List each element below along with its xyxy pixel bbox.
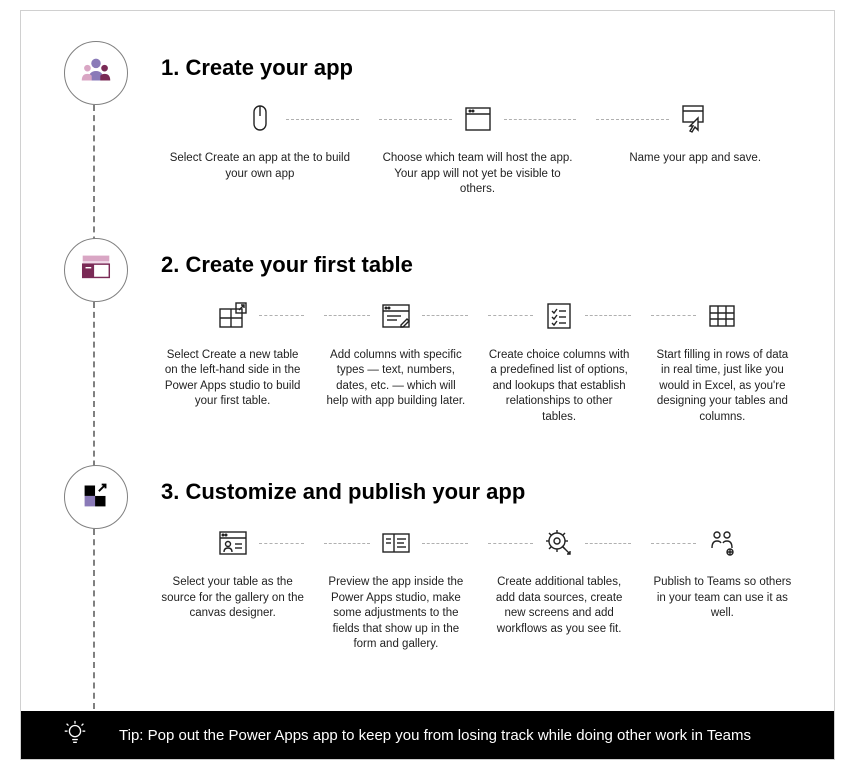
- mouse-icon: [242, 101, 278, 137]
- tip-bar: Tip: Pop out the Power Apps app to keep …: [21, 711, 834, 759]
- step-1-col-1: Select Create an app at the to build you…: [161, 101, 359, 198]
- step-2-col-1-text: Select Create a new table on the left-ha…: [161, 348, 304, 410]
- step-1-col-3-text: Name your app and save.: [596, 151, 794, 167]
- step-2-col-2: Add columns with specific types — text, …: [324, 298, 467, 426]
- step-1-col-3: Name your app and save.: [596, 101, 794, 198]
- popout-app-icon: [77, 476, 115, 519]
- step-3-title: 3. Customize and publish your app: [161, 479, 794, 505]
- step-3-cols: Select your table as the source for the …: [161, 525, 794, 653]
- tip-text: Tip: Pop out the Power Apps app to keep …: [119, 727, 751, 744]
- step-3-col-4: Publish to Teams so others in your team …: [651, 525, 794, 653]
- gallery-person-icon: [215, 525, 251, 561]
- steps-container: 1. Create your app Select Create an app …: [61, 41, 794, 653]
- step-1-circle: [64, 41, 128, 105]
- step-3-col-3-text: Create additional tables, add data sourc…: [488, 575, 631, 637]
- step-2-title: 2. Create your first table: [161, 252, 794, 278]
- step-1-col-1-text: Select Create an app at the to build you…: [161, 151, 359, 182]
- step-3-col-1-text: Select your table as the source for the …: [161, 575, 304, 622]
- step-3-connector: [93, 529, 95, 709]
- step-3-col-1: Select your table as the source for the …: [161, 525, 304, 653]
- step-3-circle: [64, 465, 128, 529]
- step-2-col-4: Start filling in rows of data in real ti…: [651, 298, 794, 426]
- step-2-col-4-text: Start filling in rows of data in real ti…: [651, 348, 794, 426]
- step-3-col-3: Create additional tables, add data sourc…: [488, 525, 631, 653]
- lightbulb-icon: [61, 719, 89, 752]
- step-2-circle: [64, 238, 128, 302]
- table-app-icon: [77, 248, 115, 291]
- checklist-icon: [541, 298, 577, 334]
- form-pencil-icon: [378, 298, 414, 334]
- table-edit-icon: [215, 298, 251, 334]
- step-1: 1. Create your app Select Create an app …: [61, 41, 794, 198]
- people-icon: [77, 52, 115, 95]
- gear-wrench-icon: [541, 525, 577, 561]
- grid-icon: [704, 298, 740, 334]
- step-2-col-3-text: Create choice columns with a predefined …: [488, 348, 631, 426]
- window-icon: [460, 101, 496, 137]
- step-1-cols: Select Create an app at the to build you…: [161, 101, 794, 198]
- step-1-col-2: Choose which team will host the app. You…: [379, 101, 577, 198]
- step-2-icon-col: [61, 238, 131, 302]
- step-2-body: 2. Create your first table Select Create…: [131, 238, 794, 426]
- step-3-col-2: Preview the app inside the Power Apps st…: [324, 525, 467, 653]
- step-2-col-1: Select Create a new table on the left-ha…: [161, 298, 304, 426]
- step-1-title: 1. Create your app: [161, 55, 794, 81]
- step-1-col-2-text: Choose which team will host the app. You…: [379, 151, 577, 198]
- tap-icon: [677, 101, 713, 137]
- step-3-body: 3. Customize and publish your app Select…: [131, 465, 794, 653]
- step-3: 3. Customize and publish your app Select…: [61, 465, 794, 653]
- step-3-icon-col: [61, 465, 131, 529]
- instruction-card: 1. Create your app Select Create an app …: [20, 10, 835, 760]
- team-publish-icon: [704, 525, 740, 561]
- step-3-col-2-text: Preview the app inside the Power Apps st…: [324, 575, 467, 653]
- step-1-body: 1. Create your app Select Create an app …: [131, 41, 794, 198]
- step-2-col-3: Create choice columns with a predefined …: [488, 298, 631, 426]
- step-3-col-4-text: Publish to Teams so others in your team …: [651, 575, 794, 622]
- step-2: 2. Create your first table Select Create…: [61, 238, 794, 426]
- step-2-col-2-text: Add columns with specific types — text, …: [324, 348, 467, 410]
- preview-form-icon: [378, 525, 414, 561]
- step-2-cols: Select Create a new table on the left-ha…: [161, 298, 794, 426]
- step-1-icon-col: [61, 41, 131, 105]
